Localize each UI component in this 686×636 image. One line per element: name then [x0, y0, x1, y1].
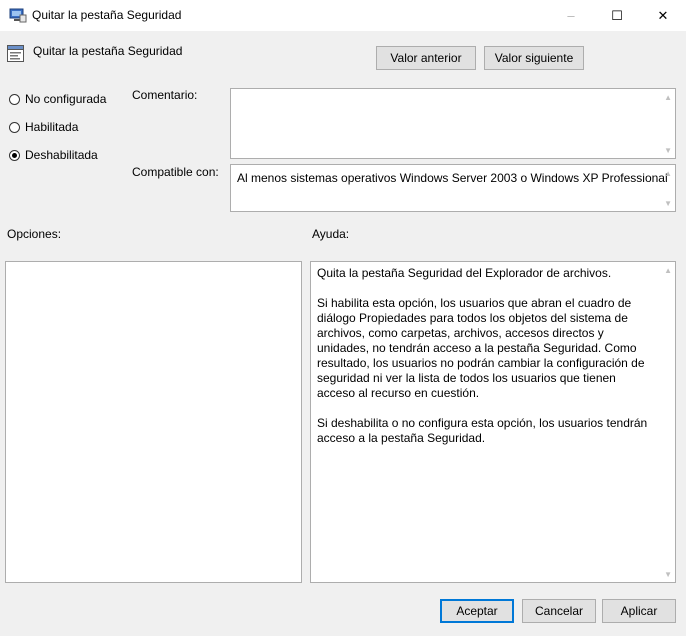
policy-setting-icon: [7, 45, 24, 62]
next-setting-label: Valor siguiente: [494, 51, 574, 65]
scroll-up-icon[interactable]: ▲: [664, 169, 672, 178]
previous-setting-button[interactable]: Valor anterior: [376, 46, 476, 70]
close-button[interactable]: ✕: [640, 0, 686, 31]
radio-enabled[interactable]: Habilitada: [9, 120, 78, 134]
title-bar[interactable]: Quitar la pestaña Seguridad – ☐ ✕: [0, 0, 686, 31]
help-label: Ayuda:: [312, 227, 350, 241]
scroll-down-icon[interactable]: ▼: [664, 570, 672, 579]
group-policy-icon: [9, 7, 27, 23]
cancel-button[interactable]: Cancelar: [522, 599, 596, 623]
maximize-icon: ☐: [611, 7, 623, 23]
apply-button[interactable]: Aplicar: [602, 599, 676, 623]
maximize-button[interactable]: ☐: [594, 0, 640, 31]
supported-field[interactable]: Al menos sistemas operativos Windows Ser…: [230, 164, 676, 212]
radio-label: Habilitada: [25, 120, 79, 134]
minimize-button[interactable]: –: [548, 0, 594, 31]
scroll-up-icon[interactable]: ▲: [664, 93, 672, 102]
window-title: Quitar la pestaña Seguridad: [32, 8, 182, 22]
help-text: Quita la pestaña Seguridad del Explorado…: [317, 266, 648, 445]
cancel-label: Cancelar: [534, 604, 584, 618]
radio-label: Deshabilitada: [25, 148, 98, 162]
apply-label: Aplicar: [620, 604, 658, 618]
policy-name: Quitar la pestaña Seguridad: [33, 44, 183, 58]
radio-disabled[interactable]: Deshabilitada: [9, 148, 98, 162]
comment-label: Comentario:: [132, 88, 198, 102]
scroll-up-icon[interactable]: ▲: [664, 266, 672, 275]
scroll-down-icon[interactable]: ▼: [664, 199, 672, 208]
comment-textarea[interactable]: ▲ ▼: [230, 88, 676, 159]
radio-label: No configurada: [25, 92, 107, 106]
radio-indicator[interactable]: [9, 149, 20, 161]
radio-indicator[interactable]: [9, 93, 20, 105]
minimize-icon: –: [567, 8, 575, 23]
radio-indicator[interactable]: [9, 121, 20, 133]
supported-label: Compatible con:: [132, 165, 219, 179]
ok-label: Aceptar: [456, 604, 498, 618]
previous-setting-label: Valor anterior: [390, 51, 462, 65]
options-label: Opciones:: [7, 227, 62, 241]
help-panel[interactable]: Quita la pestaña Seguridad del Explorado…: [310, 261, 676, 583]
next-setting-button[interactable]: Valor siguiente: [484, 46, 584, 70]
supported-value: Al menos sistemas operativos Windows Ser…: [237, 171, 668, 185]
radio-not-configured[interactable]: No configurada: [9, 92, 106, 106]
scroll-down-icon[interactable]: ▼: [664, 146, 672, 155]
ok-button[interactable]: Aceptar: [440, 599, 514, 623]
close-icon: ✕: [657, 7, 669, 23]
options-panel[interactable]: [5, 261, 302, 583]
